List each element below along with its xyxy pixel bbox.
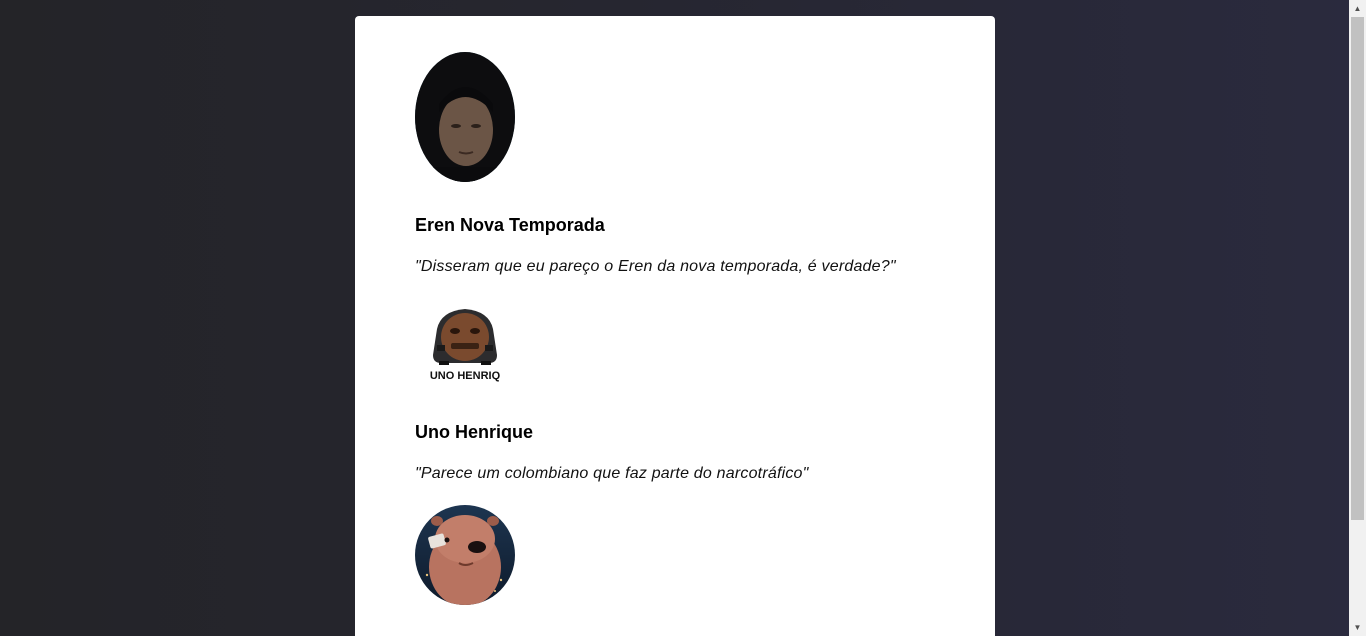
avatar-caption: UNO HENRIQ: [430, 370, 501, 382]
car-face-meme-icon: UNO HENRIQ: [415, 299, 515, 399]
scroll-down-arrow-icon[interactable]: ▼: [1349, 619, 1366, 636]
entry-quote: "Disseram que eu pareço o Eren da nova t…: [415, 258, 896, 275]
entry-name: Eren Nova Temporada: [415, 215, 605, 235]
capybara-cartoon-icon: [415, 505, 515, 605]
page-scrollbar[interactable]: ▲ ▼: [1349, 0, 1366, 636]
portrait-hooded-person-icon: [415, 52, 515, 182]
avatar-capybara: [415, 505, 515, 605]
avatar-eren: [415, 52, 515, 182]
avatar-uno-henrique: UNO HENRIQ: [415, 299, 515, 399]
content-card: Eren Nova Temporada "Disseram que eu par…: [355, 16, 995, 636]
scroll-thumb[interactable]: [1351, 17, 1364, 520]
entry-quote: "Parece um colombiano que faz parte do n…: [415, 465, 809, 482]
entry-name: Uno Henrique: [415, 422, 534, 442]
scroll-up-arrow-icon[interactable]: ▲: [1349, 0, 1366, 17]
